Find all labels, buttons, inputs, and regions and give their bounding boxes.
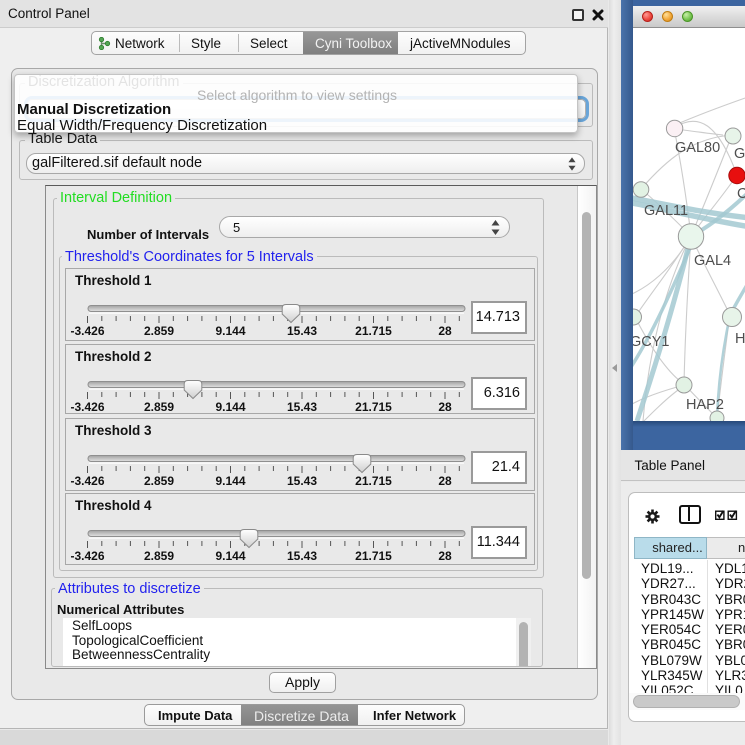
svg-text:GAL80: GAL80 [675,140,720,156]
svg-text:28: 28 [438,324,452,338]
svg-text:9.144: 9.144 [215,549,245,563]
svg-text:28: 28 [438,474,452,488]
svg-text:15.43: 15.43 [287,474,317,488]
svg-text:GAL11: GAL11 [644,203,688,219]
svg-text:28: 28 [438,549,452,563]
svg-text:9.144: 9.144 [215,400,245,414]
svg-text:2.859: 2.859 [144,400,174,414]
svg-text:-3.426: -3.426 [70,400,104,414]
svg-text:21.715: 21.715 [355,474,392,488]
svg-text:2.859: 2.859 [144,474,174,488]
svg-text:C: C [737,186,745,202]
svg-text:21.715: 21.715 [355,400,392,414]
svg-text:GA: GA [734,146,745,162]
svg-text:15.43: 15.43 [287,549,317,563]
svg-text:GCY1: GCY1 [633,334,670,350]
svg-text:15.43: 15.43 [287,324,317,338]
svg-text:GAL4: GAL4 [694,253,731,269]
svg-text:HAP2: HAP2 [686,397,724,413]
svg-text:21.715: 21.715 [355,324,392,338]
svg-text:2.859: 2.859 [144,324,174,338]
svg-text:15.43: 15.43 [287,400,317,414]
svg-text:H: H [735,331,745,347]
svg-text:9.144: 9.144 [215,324,245,338]
svg-text:-3.426: -3.426 [70,324,104,338]
svg-text:28: 28 [438,400,452,414]
svg-text:-3.426: -3.426 [70,549,104,563]
svg-text:21.715: 21.715 [355,549,392,563]
svg-text:2.859: 2.859 [144,549,174,563]
svg-text:-3.426: -3.426 [70,474,104,488]
svg-text:9.144: 9.144 [215,474,245,488]
